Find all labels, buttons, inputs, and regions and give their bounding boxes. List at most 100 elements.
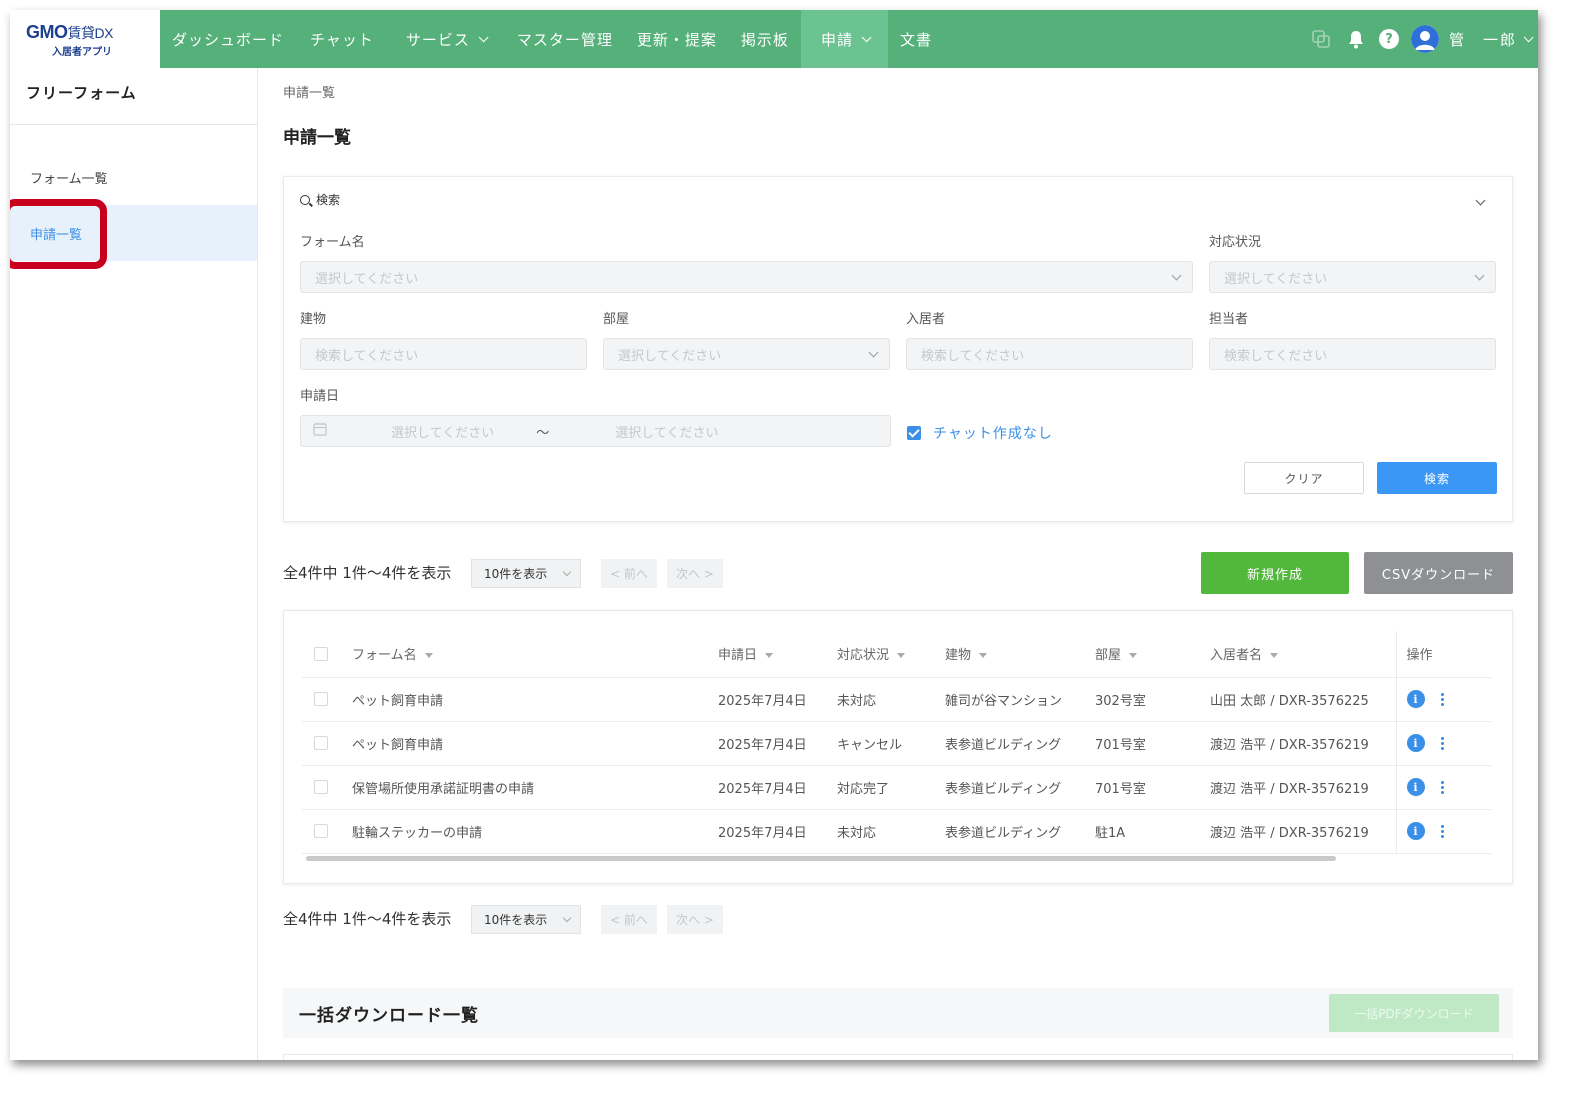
sidebar-item-label: フォーム一覧 [30,171,108,187]
user-name[interactable]: 管 一郎 [1449,29,1517,50]
copy-icon[interactable] [1311,29,1331,49]
help-icon[interactable]: ? [1378,29,1399,49]
nav-master[interactable]: マスター管理 [505,10,625,68]
new-button[interactable]: 新規作成 [1201,552,1349,594]
cell-resident: 渡辺 浩平 / DXR-3576219 [1210,809,1396,854]
cell-form: ペット飼育申請 [352,677,718,722]
no-chat-checkbox[interactable]: チャット作成なし [907,423,1053,443]
nav-applications[interactable]: 申請 [800,10,888,68]
sort-icon[interactable] [424,653,433,659]
cell-date: 2025年7月4日 [718,677,837,722]
column-header-building[interactable]: 建物 [945,631,1095,678]
row-checkbox[interactable] [314,736,328,750]
result-count: 全4件中 1件〜4件を表示 [283,910,452,928]
csv-download-button[interactable]: CSVダウンロード [1364,552,1513,594]
staff-input[interactable]: 検索してください [1209,338,1496,370]
chevron-down-icon [478,31,489,42]
sort-icon[interactable] [979,653,988,659]
info-icon[interactable]: i [1406,822,1425,840]
per-page-select[interactable]: 10件を表示 [471,905,581,934]
highlight-annotation [10,199,107,269]
sort-icon[interactable] [765,653,774,659]
per-page-value: 10件を表示 [484,913,548,927]
table-row[interactable]: 保管場所使用承諾証明書の申請 2025年7月4日 対応完了 表参道ビルディング … [302,765,1492,810]
cell-date: 2025年7月4日 [718,721,837,766]
form-name-select[interactable]: 選択してください [300,261,1193,293]
date-range-picker[interactable]: 選択してください 〜 選択してください [300,415,891,447]
next-page-button[interactable]: 次へ > [667,905,723,934]
column-header-date[interactable]: 申請日 [718,631,837,678]
more-menu-icon[interactable] [1440,692,1444,706]
staff-label: 担当者 [1209,312,1249,327]
more-menu-icon[interactable] [1440,780,1444,794]
column-header-status[interactable]: 対応状況 [837,631,945,678]
row-checkbox[interactable] [314,824,328,838]
room-label: 部屋 [603,312,630,327]
more-menu-icon[interactable] [1440,824,1444,838]
sort-icon[interactable] [1270,653,1279,659]
building-input[interactable]: 検索してください [300,338,587,370]
sort-icon[interactable] [897,653,906,659]
clear-button[interactable]: クリア [1244,462,1364,494]
nav-documents[interactable]: 文書 [888,10,944,68]
more-menu-icon[interactable] [1440,736,1444,750]
room-select[interactable]: 選択してください [603,338,890,370]
info-icon[interactable]: i [1406,734,1425,752]
bulk-pdf-download-button[interactable]: 一括PDFダウンロード [1329,994,1499,1032]
avatar[interactable] [1410,25,1439,53]
select-all-checkbox[interactable] [314,646,328,661]
cell-building: 表参道ビルディング [945,765,1095,810]
chevron-down-icon[interactable] [1523,31,1534,42]
chevron-down-icon [868,347,879,358]
resident-input[interactable]: 検索してください [906,338,1193,370]
prev-page-button[interactable]: < 前へ [601,559,657,588]
column-header-form[interactable]: フォーム名 [352,631,718,678]
breadcrumb[interactable]: 申請一覧 [283,82,1515,101]
no-chat-label: チャット作成なし [933,426,1053,442]
result-count: 全4件中 1件〜4件を表示 [283,564,452,582]
cell-room: 駐1A [1095,809,1210,854]
column-header-room[interactable]: 部屋 [1095,631,1210,678]
pager-bottom: 全4件中 1件〜4件を表示 10件を表示 < 前へ 次へ > [283,898,1515,940]
row-checkbox[interactable] [314,780,328,794]
checkbox-checked-icon[interactable] [907,426,921,440]
search-panel-header[interactable]: 検索 [300,191,1496,208]
prev-page-button[interactable]: < 前へ [601,905,657,934]
bell-icon[interactable] [1347,29,1365,49]
table-row[interactable]: ペット飼育申請 2025年7月4日 未対応 雑司が谷マンション 302号室 山田… [302,677,1492,722]
per-page-value: 10件を表示 [484,567,548,581]
search-button[interactable]: 検索 [1377,462,1497,494]
cell-form: 保管場所使用承諾証明書の申請 [352,765,718,810]
info-icon[interactable]: i [1406,690,1425,708]
status-select[interactable]: 選択してください [1209,261,1496,293]
nav-dashboard[interactable]: ダッシュボード [160,10,296,68]
table-row[interactable]: 駐輪ステッカーの申請 2025年7月4日 未対応 表参道ビルディング 駐1A 渡… [302,809,1492,854]
chevron-down-icon [562,913,572,923]
application-table-card: フォーム名 申請日 対応状況 建物 部屋 入居者名 操作 ペット飼育申請 202… [283,610,1513,884]
date-separator: 〜 [536,425,550,441]
app-logo[interactable]: GMO賃貸DX 入居者アプリ [10,10,160,68]
info-icon[interactable]: i [1406,778,1425,796]
header-tools: ? 管 一郎 [1299,10,1534,68]
horizontal-scrollbar[interactable] [306,856,1336,861]
row-checkbox[interactable] [314,692,328,706]
column-header-resident[interactable]: 入居者名 [1210,631,1396,678]
next-page-button[interactable]: 次へ > [667,559,723,588]
sort-icon[interactable] [1129,653,1138,659]
per-page-select[interactable]: 10件を表示 [471,559,581,588]
date-to[interactable]: 選択してください [615,422,718,441]
chevron-down-icon [861,31,872,42]
cell-form: ペット飼育申請 [352,721,718,766]
cell-building: 雑司が谷マンション [945,677,1095,722]
column-header-actions: 操作 [1395,631,1492,678]
select-all-cell [302,631,352,678]
nav-updates[interactable]: 更新・提案 [625,10,729,68]
nav-board[interactable]: 掲示板 [729,10,801,68]
cell-room: 302号室 [1095,677,1210,722]
nav-chat[interactable]: チャット [296,10,394,68]
table-row[interactable]: ペット飼育申請 2025年7月4日 キャンセル 表参道ビルディング 701号室 … [302,721,1492,766]
date-from[interactable]: 選択してください [391,422,494,441]
bulk-download-title: 一括ダウンロード一覧 [299,1006,479,1026]
nav-services[interactable]: サービス [394,10,505,68]
sidebar-item-form-list[interactable]: フォーム一覧 [10,149,257,205]
